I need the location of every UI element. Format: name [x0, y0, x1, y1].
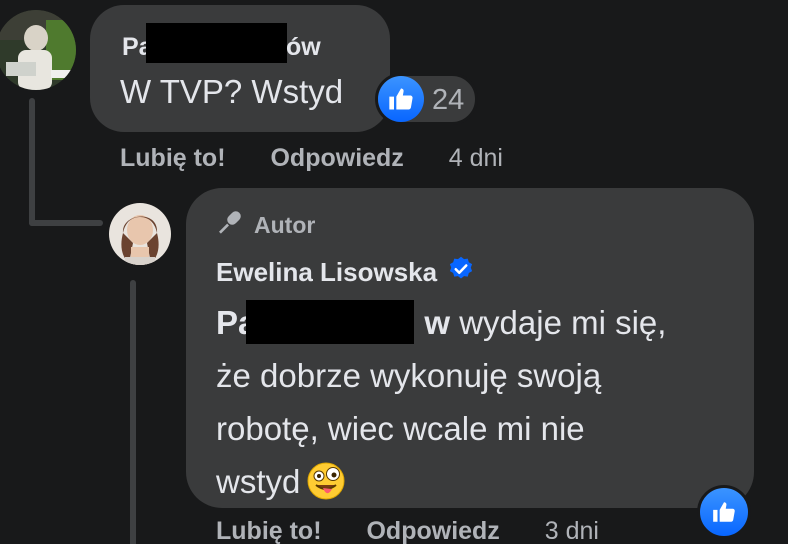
reply-author-name[interactable]: Ewelina Lisowska: [216, 257, 437, 288]
thread-connector: [29, 98, 35, 226]
reply-bubble: Autor Ewelina Lisowska Pa w wydaje mi się…: [186, 188, 754, 508]
thread-connector: [130, 280, 136, 544]
like-button[interactable]: Lubię to!: [216, 517, 322, 544]
author-badge: Autor: [214, 208, 315, 243]
like-reaction-icon[interactable]: [378, 76, 424, 122]
author-badge-label: Autor: [254, 212, 316, 238]
redaction-box: [246, 300, 414, 344]
reply-button[interactable]: Odpowiedz: [270, 144, 403, 172]
reply-timestamp[interactable]: 3 dni: [545, 517, 599, 544]
reply-text-line3: robotę, wiec wcale mi nie: [216, 410, 585, 447]
comment-author-name-tail[interactable]: ów: [286, 33, 321, 62]
commenter-avatar[interactable]: [0, 10, 76, 90]
mention-suffix[interactable]: w: [424, 304, 450, 341]
thread-connector: [29, 220, 103, 226]
like-button[interactable]: Lubię to!: [120, 144, 226, 172]
reaction-count[interactable]: 24: [432, 84, 464, 117]
reply-button[interactable]: Odpowiedz: [366, 517, 499, 544]
comment-thread: Pa ów W TVP? Wstyd 24 Lubię to! Odpowied…: [0, 0, 788, 544]
microphone-icon: [214, 208, 244, 243]
zany-face-emoji-icon: [306, 461, 346, 516]
comment-bubble: Pa ów W TVP? Wstyd: [90, 5, 390, 132]
reply-author: Ewelina Lisowska: [216, 255, 475, 290]
reply-text-line2: że dobrze wykonuję swoją: [216, 357, 602, 394]
like-reaction-icon[interactable]: [697, 485, 751, 539]
verified-badge-icon: [447, 255, 475, 290]
comment-actions: Lubię to! Odpowiedz 4 dni: [120, 144, 503, 173]
reply-text-line4: wstyd: [216, 463, 301, 500]
comment-text: W TVP? Wstyd: [120, 73, 344, 110]
comment-timestamp[interactable]: 4 dni: [449, 144, 503, 172]
reply-actions: Lubię to! Odpowiedz 3 dni: [216, 517, 599, 544]
reply-author-avatar[interactable]: [109, 203, 171, 265]
reply-text-line1: wydaje mi się,: [450, 304, 667, 341]
redaction-box: [146, 23, 287, 63]
